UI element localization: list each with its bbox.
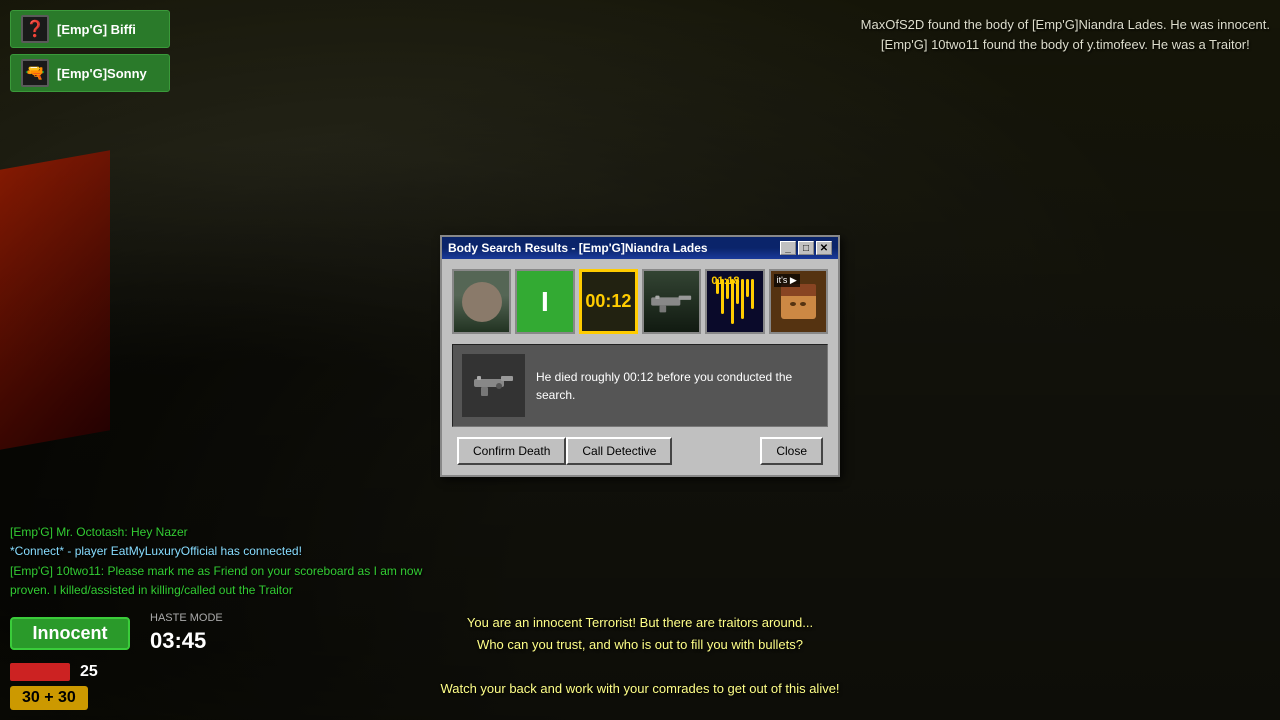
body-search-modal[interactable]: Body Search Results - [Emp'G]Niandra Lad… xyxy=(440,235,840,477)
death-weapon-thumb xyxy=(461,353,526,418)
kill-feed-line2: [Emp'G] 10two11 found the body of y.timo… xyxy=(861,35,1270,55)
close-titlebar-button[interactable]: ✕ xyxy=(816,241,832,255)
confirm-death-button[interactable]: Confirm Death xyxy=(457,437,566,465)
evidence-timer[interactable]: 00:12 xyxy=(579,269,638,334)
haste-mode: HASTE MODE 03:45 xyxy=(150,611,223,657)
call-detective-button[interactable]: Call Detective xyxy=(566,437,672,465)
player-name-biffi: [Emp'G] Biffi xyxy=(57,22,136,37)
evidence-gun[interactable] xyxy=(642,269,701,334)
char-head xyxy=(781,284,816,319)
modal-body: I 00:12 xyxy=(442,259,838,475)
haste-label: HASTE MODE xyxy=(150,611,223,626)
hint-line4: Watch your back and work with your comra… xyxy=(440,678,839,700)
player-icon-sonny: 🔫 xyxy=(21,59,49,87)
wave-thumbnail: 01:18 xyxy=(707,271,762,332)
health-value: 25 xyxy=(80,663,98,681)
player-name-sonny: [Emp'G]Sonny xyxy=(57,66,147,81)
health-bar xyxy=(10,663,70,681)
modal-titlebar: Body Search Results - [Emp'G]Niandra Lad… xyxy=(442,237,838,259)
gun-thumbnail xyxy=(644,271,699,332)
player-list: ❓ [Emp'G] Biffi 🔫 [Emp'G]Sonny xyxy=(10,10,170,92)
timer-thumbnail: 00:12 xyxy=(582,272,635,331)
face-thumbnail xyxy=(454,271,509,332)
wave-bar-7 xyxy=(746,279,749,297)
timer-value: 00:12 xyxy=(585,291,631,312)
bottom-hint: You are an innocent Terrorist! But there… xyxy=(440,612,839,700)
kill-feed-line1: MaxOfS2D found the body of [Emp'G]Niandr… xyxy=(861,15,1270,35)
action-buttons: Confirm Death Call Detective Close xyxy=(452,437,828,465)
death-info-message: He died roughly 00:12 before you conduct… xyxy=(536,368,819,404)
wave-bar-6 xyxy=(741,279,744,319)
death-info-text: He died roughly 00:12 before you conduct… xyxy=(536,353,819,418)
chat-msg-1: *Connect* - player EatMyLuxuryOfficial h… xyxy=(10,542,430,561)
evidence-wave[interactable]: 01:18 xyxy=(705,269,764,334)
close-button[interactable]: Close xyxy=(760,437,823,465)
kill-feed: MaxOfS2D found the body of [Emp'G]Niandr… xyxy=(861,15,1270,54)
evidence-char[interactable]: it's ▶ xyxy=(769,269,828,334)
char-eye-left xyxy=(790,302,796,306)
hint-line2: Who can you trust, and who is out to fil… xyxy=(440,634,839,656)
innocent-thumbnail: I xyxy=(517,271,572,332)
role-badge: Innocent xyxy=(10,617,130,650)
gun-icon xyxy=(647,289,697,314)
evidence-row: I 00:12 xyxy=(452,269,828,334)
ammo-display: 30 + 30 xyxy=(10,686,88,710)
modal-title: Body Search Results - [Emp'G]Niandra Lad… xyxy=(448,241,708,255)
chat-msg-0: [Emp'G] Mr. Octotash: Hey Nazer xyxy=(10,523,430,542)
face-circle xyxy=(462,282,502,322)
char-eye-right xyxy=(800,302,806,306)
its-badge: it's ▶ xyxy=(774,274,800,287)
wave-time-value: 01:18 xyxy=(711,275,739,287)
evidence-innocent[interactable]: I xyxy=(515,269,574,334)
chat-msg-2: [Emp'G] 10two11: Please mark me as Frien… xyxy=(10,562,430,600)
chat-area: [Emp'G] Mr. Octotash: Hey Nazer *Connect… xyxy=(10,523,430,600)
titlebar-buttons: _ □ ✕ xyxy=(780,241,832,255)
player-item-biffi[interactable]: ❓ [Emp'G] Biffi xyxy=(10,10,170,48)
wave-bar-8 xyxy=(751,279,754,309)
hint-line3 xyxy=(440,656,839,678)
weapon-icon xyxy=(469,361,519,411)
minimize-button[interactable]: _ xyxy=(780,241,796,255)
player-item-sonny[interactable]: 🔫 [Emp'G]Sonny xyxy=(10,54,170,92)
evidence-face[interactable] xyxy=(452,269,511,334)
char-thumbnail: it's ▶ xyxy=(771,271,826,332)
maximize-button[interactable]: □ xyxy=(798,241,814,255)
hint-line1: You are an innocent Terrorist! But there… xyxy=(440,612,839,634)
player-icon-biffi: ❓ xyxy=(21,15,49,43)
char-face xyxy=(781,296,816,312)
hud-timer: 03:45 xyxy=(150,626,223,657)
death-info-panel: He died roughly 00:12 before you conduct… xyxy=(452,344,828,427)
